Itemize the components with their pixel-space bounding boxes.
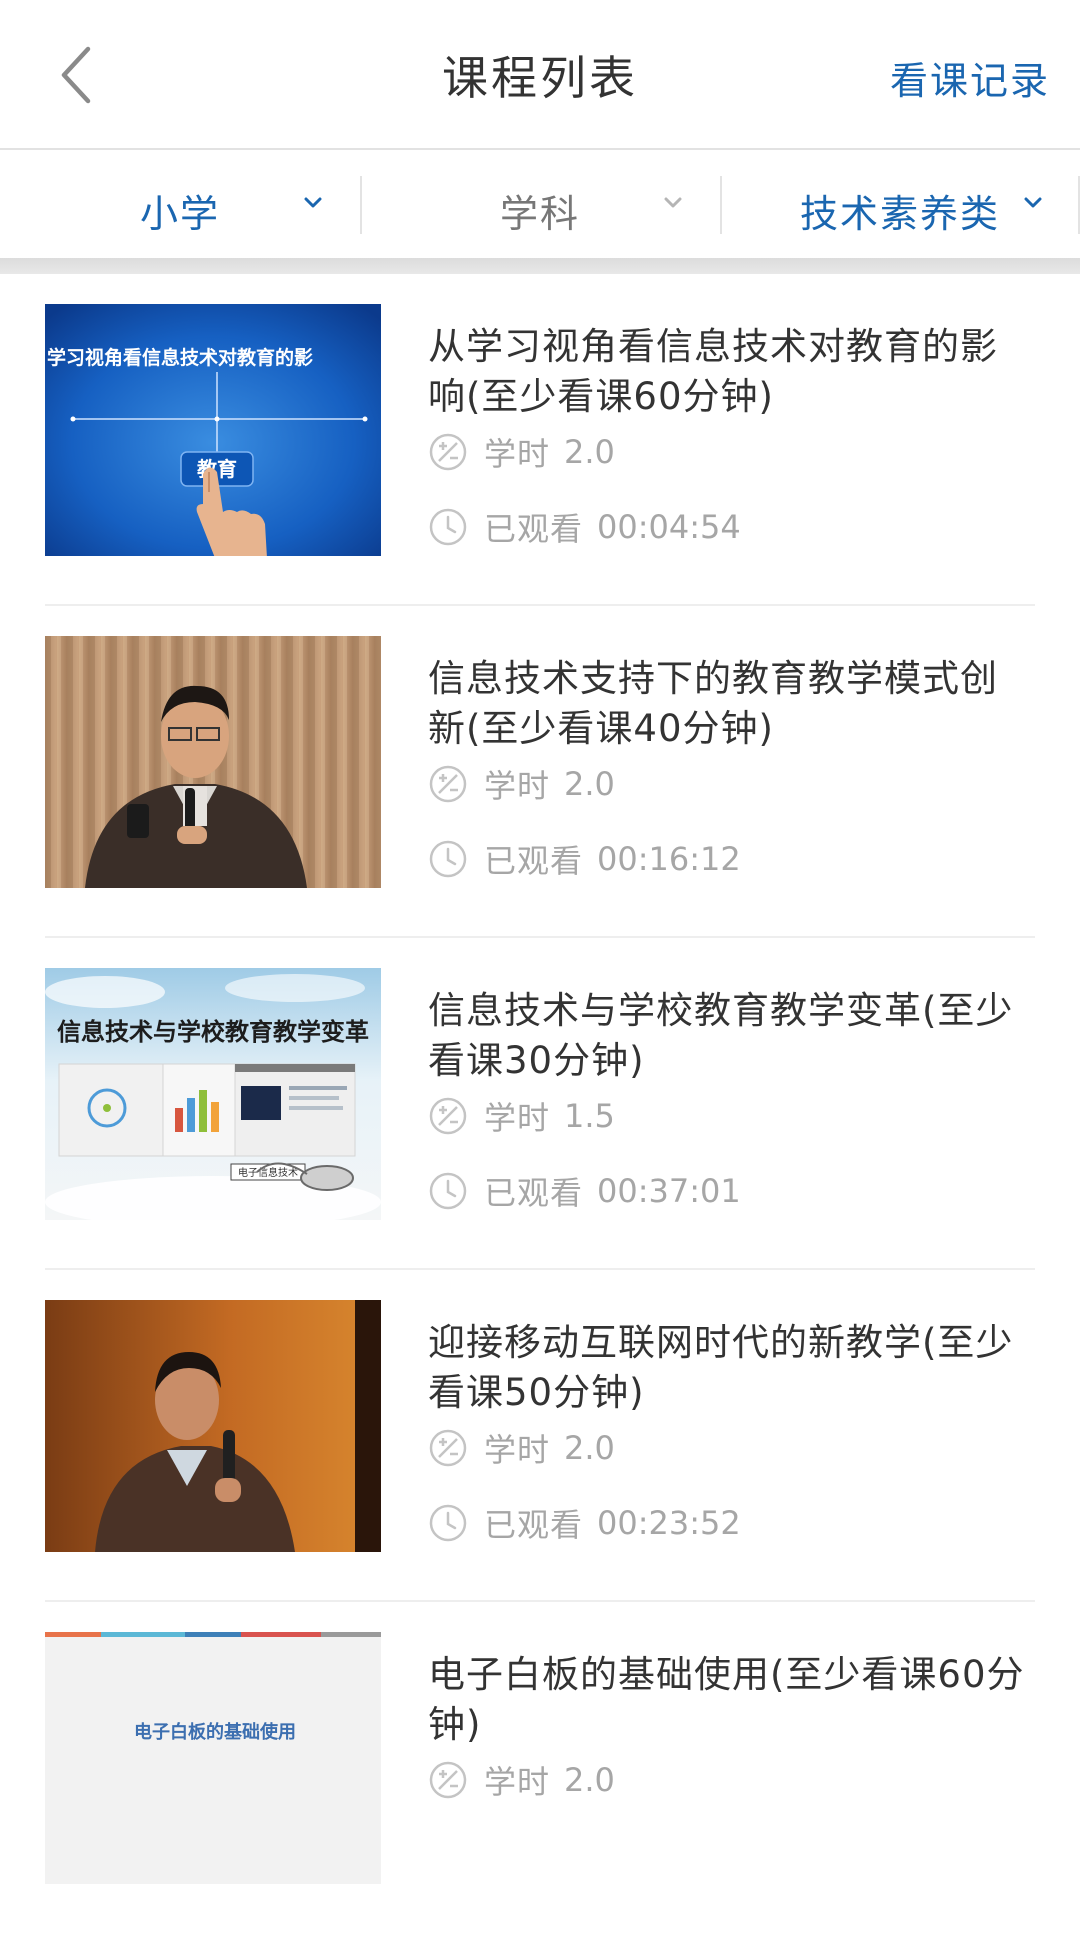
course-item[interactable]: 学习视角看信息技术对教育的影 教育 从学习视角看信息技术对教育的影响(至少看课6…	[45, 274, 1035, 606]
watched-value: 00:37:01	[597, 1172, 741, 1210]
thumb-caption-small: 电子信息技术	[238, 1166, 298, 1179]
hours-label: 学时	[484, 435, 551, 473]
watch-history-link[interactable]: 看课记录	[890, 50, 1050, 105]
thumb-caption: 信息技术与学校教育教学变革	[57, 1018, 369, 1046]
hours-label: 学时	[484, 1763, 551, 1801]
course-watched: 已观看 00:23:52	[428, 1503, 741, 1544]
back-button[interactable]	[40, 35, 120, 115]
course-watched: 已观看 00:37:01	[428, 1171, 741, 1212]
hours-value: 2.0	[564, 765, 615, 803]
chevron-down-icon	[664, 196, 682, 210]
course-watched: 已观看 00:16:12	[428, 839, 741, 880]
course-thumbnail: 电子白板的基础使用	[45, 1632, 381, 1884]
filter-subject-label: 学科	[499, 192, 580, 236]
hours-value: 2.0	[564, 1429, 615, 1467]
clock-icon	[428, 1503, 468, 1543]
filter-divider	[0, 258, 1080, 274]
course-hours: 学时 2.0	[428, 432, 615, 473]
filter-school-level[interactable]: 小学	[0, 150, 360, 258]
course-thumbnail	[45, 636, 381, 888]
course-title: 从学习视角看信息技术对教育的影响(至少看课60分钟)	[428, 325, 998, 418]
thumb-caption: 电子白板的基础使用	[134, 1721, 296, 1743]
watched-label: 已观看	[484, 1506, 584, 1544]
course-hours: 学时 2.0	[428, 1760, 615, 1801]
filter-category[interactable]: 技术素养类	[720, 150, 1080, 258]
course-title: 电子白板的基础使用(至少看课60分钟)	[428, 1653, 1025, 1746]
course-thumbnail: 学习视角看信息技术对教育的影 教育	[45, 304, 381, 556]
watched-label: 已观看	[484, 842, 584, 880]
watched-value: 00:16:12	[597, 840, 741, 878]
credit-hours-icon	[428, 1760, 468, 1800]
filter-bar: 小学 学科 技术素养类	[0, 150, 1080, 258]
filter-category-label: 技术素养类	[799, 192, 1000, 236]
course-hours: 学时 2.0	[428, 764, 615, 805]
watched-value: 00:23:52	[597, 1504, 741, 1542]
course-thumbnail	[45, 1300, 381, 1552]
course-item[interactable]: 电子白板的基础使用 电子白板的基础使用(至少看课60分钟) 学时 2.0	[45, 1602, 1035, 1934]
course-item[interactable]: 信息技术与学校教育教学变革 电子信息技术 信息技术与学校教育教学变革(至少看课3…	[45, 938, 1035, 1270]
course-title: 信息技术与学校教育教学变革(至少看课30分钟)	[428, 989, 1014, 1082]
chevron-left-icon	[61, 46, 91, 104]
clock-icon	[428, 1171, 468, 1211]
header-bar: 课程列表 看课记录	[0, 0, 1080, 150]
course-thumbnail: 信息技术与学校教育教学变革 电子信息技术	[45, 968, 381, 1220]
filter-subject[interactable]: 学科	[360, 150, 720, 258]
course-list: 学习视角看信息技术对教育的影 教育 从学习视角看信息技术对教育的影响(至少看课6…	[0, 274, 1080, 1934]
clock-icon	[428, 839, 468, 879]
credit-hours-icon	[428, 1096, 468, 1136]
hours-label: 学时	[484, 1099, 551, 1137]
hours-label: 学时	[484, 767, 551, 805]
watched-label: 已观看	[484, 510, 584, 548]
filter-school-level-label: 小学	[139, 192, 220, 236]
chevron-down-icon	[304, 196, 322, 210]
watched-label: 已观看	[484, 1174, 584, 1212]
hours-value: 2.0	[564, 433, 615, 471]
credit-hours-icon	[428, 764, 468, 804]
course-hours: 学时 1.5	[428, 1096, 615, 1137]
course-watched: 已观看 00:04:54	[428, 507, 741, 548]
course-item[interactable]: 迎接移动互联网时代的新教学(至少看课50分钟) 学时 2.0 已观看 00:23…	[45, 1270, 1035, 1602]
hours-value: 1.5	[564, 1097, 615, 1135]
chevron-down-icon	[1024, 196, 1042, 210]
clock-icon	[428, 507, 468, 547]
watched-value: 00:04:54	[597, 508, 741, 546]
hours-label: 学时	[484, 1431, 551, 1469]
hours-value: 2.0	[564, 1761, 615, 1799]
course-title: 信息技术支持下的教育教学模式创新(至少看课40分钟)	[428, 657, 998, 750]
course-hours: 学时 2.0	[428, 1428, 615, 1469]
course-title: 迎接移动互联网时代的新教学(至少看课50分钟)	[428, 1321, 1014, 1414]
credit-hours-icon	[428, 432, 468, 472]
credit-hours-icon	[428, 1428, 468, 1468]
course-item[interactable]: 信息技术支持下的教育教学模式创新(至少看课40分钟) 学时 2.0 已观看 00…	[45, 606, 1035, 938]
thumb-caption: 学习视角看信息技术对教育的影	[47, 346, 313, 369]
